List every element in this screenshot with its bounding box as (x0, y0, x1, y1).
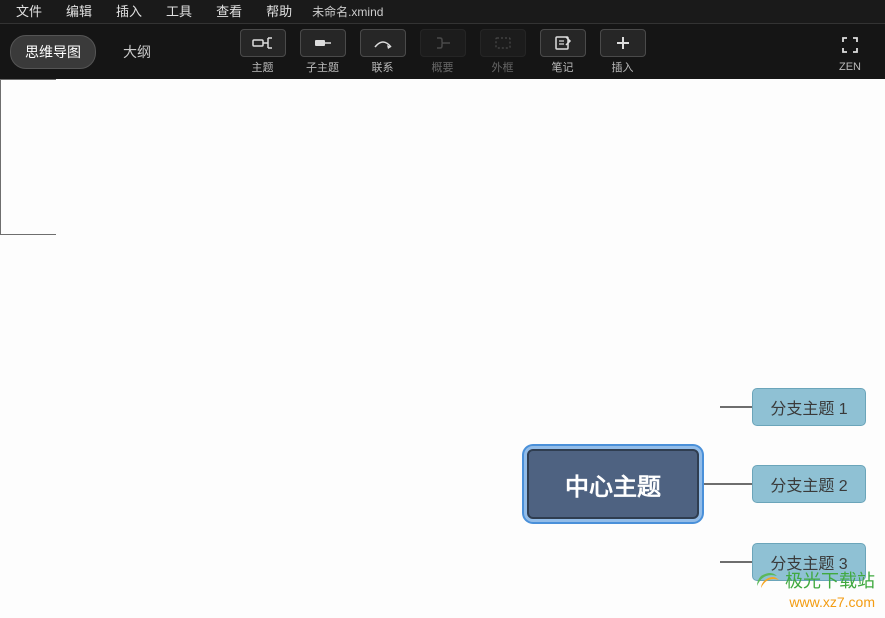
watermark-logo-icon (753, 566, 781, 594)
subtopic-button[interactable]: 子主题 (297, 29, 349, 75)
toolbar: 思维导图 大纲 主题 子主题 联系 概要 (0, 24, 885, 79)
menu-tools[interactable]: 工具 (154, 0, 204, 24)
document-title: 未命名.xmind (304, 3, 383, 20)
subtopic-label: 子主题 (306, 59, 339, 75)
relation-icon (360, 29, 406, 57)
zen-button[interactable]: ZEN (827, 31, 873, 73)
menu-help[interactable]: 帮助 (254, 0, 304, 24)
toolbar-center: 主题 子主题 联系 概要 外框 (237, 29, 649, 75)
connector-line (720, 406, 752, 408)
topic-button[interactable]: 主题 (237, 29, 289, 75)
watermark-url: www.xz7.com (789, 594, 875, 610)
summary-button[interactable]: 概要 (417, 29, 469, 75)
view-toggle: 思维导图 大纲 (10, 35, 166, 69)
view-mindmap-button[interactable]: 思维导图 (10, 35, 96, 69)
menu-edit[interactable]: 编辑 (54, 0, 104, 24)
menu-file[interactable]: 文件 (4, 0, 54, 24)
summary-label: 概要 (432, 59, 454, 75)
note-button[interactable]: 笔记 (537, 29, 589, 75)
insert-icon (600, 29, 646, 57)
boundary-label: 外框 (492, 59, 514, 75)
summary-icon (420, 29, 466, 57)
menubar: 文件 编辑 插入 工具 查看 帮助 未命名.xmind (0, 0, 885, 24)
relation-label: 联系 (372, 59, 394, 75)
menu-view[interactable]: 查看 (204, 0, 254, 24)
view-outline-button[interactable]: 大纲 (108, 35, 166, 69)
canvas[interactable]: 中心主题 分支主题 1 分支主题 2 分支主题 3 极光下载站 www.xz7.… (0, 79, 885, 618)
note-label: 笔记 (552, 59, 574, 75)
connector-line (720, 561, 752, 563)
topic-label: 主题 (252, 59, 274, 75)
boundary-button[interactable]: 外框 (477, 29, 529, 75)
menu-insert[interactable]: 插入 (104, 0, 154, 24)
insert-label: 插入 (612, 59, 634, 75)
subtopic-icon (300, 29, 346, 57)
relation-button[interactable]: 联系 (357, 29, 409, 75)
central-topic[interactable]: 中心主题 (527, 449, 699, 519)
watermark-text: 极光下载站 (785, 567, 875, 593)
fullscreen-icon (827, 31, 873, 59)
insert-button[interactable]: 插入 (597, 29, 649, 75)
zen-label: ZEN (839, 61, 861, 73)
branch-topic-2[interactable]: 分支主题 2 (752, 465, 866, 503)
topic-icon (240, 29, 286, 57)
branch-topic-1[interactable]: 分支主题 1 (752, 388, 866, 426)
connector-line (0, 79, 56, 235)
connector-line (698, 483, 752, 485)
boundary-icon (480, 29, 526, 57)
note-icon (540, 29, 586, 57)
watermark: 极光下载站 www.xz7.com (753, 566, 875, 610)
